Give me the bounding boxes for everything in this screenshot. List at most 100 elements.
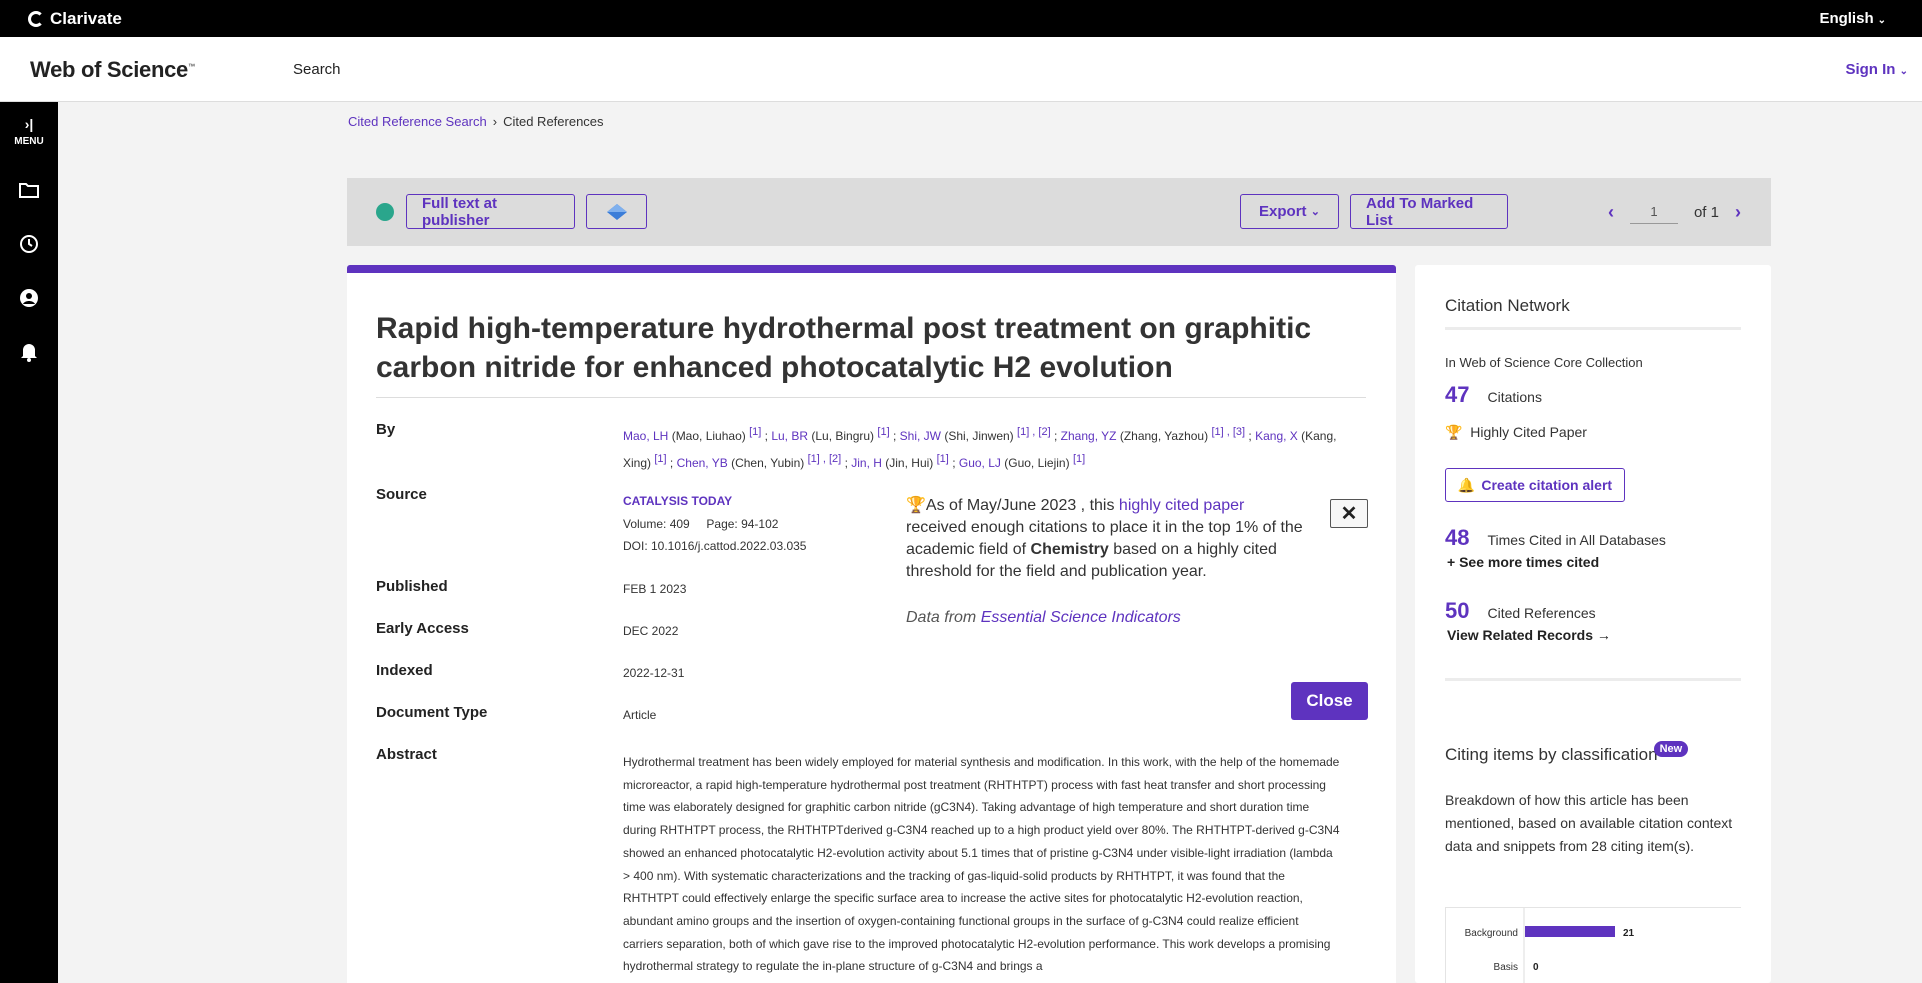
trophy-icon: 🏆 bbox=[1445, 424, 1463, 440]
early-access-label: Early Access bbox=[376, 620, 469, 637]
author-affiliation-ref[interactable]: [1] bbox=[937, 453, 949, 465]
app-header: Web of Science™ Search Sign In ⌄ bbox=[0, 37, 1922, 102]
data-source: Data from Essential Science Indicators bbox=[906, 607, 1306, 629]
bell-icon[interactable] bbox=[17, 340, 41, 364]
highly-cited-paper-link[interactable]: highly cited paper bbox=[1119, 497, 1244, 514]
web-of-science-logo[interactable]: Web of Science™ bbox=[30, 57, 195, 83]
menu-toggle[interactable]: ›| MENU bbox=[0, 116, 58, 147]
abstract-text: Hydrothermal treatment has been widely e… bbox=[623, 755, 1340, 974]
panel-divider bbox=[1445, 678, 1741, 681]
account-icon[interactable] bbox=[17, 286, 41, 310]
libkey-button[interactable] bbox=[586, 194, 647, 229]
page-number-input[interactable] bbox=[1629, 200, 1678, 224]
indexed-value: 2022-12-31 bbox=[623, 666, 685, 680]
author-full-name: (Lu, Bingru) bbox=[808, 429, 878, 443]
highly-cited-badge: 🏆 Highly Cited Paper bbox=[1445, 424, 1587, 441]
see-more-times-cited-link[interactable]: + See more times cited bbox=[1447, 554, 1599, 570]
author-affiliation-ref[interactable]: [1] bbox=[877, 426, 889, 438]
close-icon[interactable]: ✕ bbox=[1330, 499, 1368, 528]
create-alert-label: Create citation alert bbox=[1481, 477, 1613, 493]
chart-category-label: Basis bbox=[1494, 962, 1518, 973]
author-affiliation-ref[interactable]: [1] bbox=[1073, 453, 1085, 465]
top-bar: Clarivate English ⌄ bbox=[0, 0, 1922, 37]
chart-category-label: Background bbox=[1465, 928, 1518, 939]
author-link[interactable]: Lu, BR bbox=[771, 429, 808, 443]
language-label: English bbox=[1819, 10, 1874, 27]
by-label: By bbox=[376, 421, 396, 438]
times-cited-count: 48 bbox=[1445, 525, 1470, 550]
data-from-label: Data from bbox=[906, 609, 981, 626]
chart-value-label: 0 bbox=[1533, 962, 1539, 973]
clarivate-logo[interactable]: Clarivate bbox=[28, 9, 122, 29]
highly-cited-message: 🏆As of May/June 2023 , this highly cited… bbox=[906, 495, 1306, 583]
classification-description: Breakdown of how this article has been m… bbox=[1445, 792, 1733, 854]
author-link[interactable]: Chen, YB bbox=[677, 456, 728, 470]
citing-items-title: Citing items by classification New bbox=[1445, 741, 1689, 765]
panel-divider bbox=[1445, 327, 1741, 330]
search-nav-link[interactable]: Search bbox=[293, 61, 341, 78]
author-full-name: (Mao, Liuhao) bbox=[668, 429, 750, 443]
left-sidebar: ›| MENU bbox=[0, 102, 58, 983]
author-link[interactable]: Guo, LJ bbox=[959, 456, 1001, 470]
highly-cited-label: Highly Cited Paper bbox=[1470, 424, 1587, 440]
document-type-label: Document Type bbox=[376, 704, 488, 721]
author-full-name: (Jin, Hui) bbox=[881, 456, 937, 470]
classification-title: Citing items by classification bbox=[1445, 745, 1658, 764]
author-affiliation-ref[interactable]: [1] , [2] bbox=[1017, 426, 1051, 438]
language-selector[interactable]: English ⌄ bbox=[1819, 10, 1886, 27]
bell-icon: 🔔 bbox=[1457, 476, 1476, 493]
author-separator: ; bbox=[1050, 429, 1061, 443]
times-cited-metric[interactable]: 48 Times Cited in All Databases bbox=[1445, 525, 1666, 551]
sign-in-button[interactable]: Sign In ⌄ bbox=[1845, 61, 1908, 78]
esi-link[interactable]: Essential Science Indicators bbox=[981, 609, 1181, 626]
sign-in-label: Sign In bbox=[1845, 61, 1896, 78]
folder-icon[interactable] bbox=[17, 178, 41, 202]
view-related-records-link[interactable]: View Related Records → bbox=[1447, 627, 1611, 643]
export-label: Export bbox=[1259, 203, 1307, 220]
collection-label: In Web of Science Core Collection bbox=[1445, 355, 1643, 370]
export-button[interactable]: Export ⌄ bbox=[1240, 194, 1339, 229]
author-link[interactable]: Kang, X bbox=[1255, 429, 1298, 443]
menu-label: MENU bbox=[14, 136, 44, 147]
logo-trademark: ™ bbox=[188, 63, 195, 71]
classification-chart: Background 21 Basis 0 bbox=[1445, 907, 1741, 983]
author-affiliation-ref[interactable]: [1] bbox=[749, 426, 761, 438]
chart-bar[interactable] bbox=[1525, 926, 1615, 937]
new-badge: New bbox=[1653, 741, 1689, 757]
author-affiliation-ref[interactable]: [1] bbox=[654, 453, 666, 465]
author-link[interactable]: Mao, LH bbox=[623, 429, 668, 443]
author-separator: ; bbox=[761, 429, 772, 443]
cited-references-metric[interactable]: 50 Cited References bbox=[1445, 598, 1596, 624]
breadcrumb-cited-reference-search[interactable]: Cited Reference Search bbox=[348, 114, 487, 129]
chevron-down-icon: ⌄ bbox=[1899, 66, 1908, 77]
author-link[interactable]: Shi, JW bbox=[900, 429, 941, 443]
create-citation-alert-button[interactable]: 🔔 Create citation alert bbox=[1445, 468, 1625, 502]
next-page-icon[interactable]: › bbox=[1735, 202, 1741, 223]
author-separator: ; bbox=[666, 456, 677, 470]
author-separator: ; bbox=[841, 456, 852, 470]
clarivate-logo-icon bbox=[28, 11, 44, 27]
title-divider bbox=[376, 397, 1366, 398]
citations-metric[interactable]: 47 Citations bbox=[1445, 382, 1542, 408]
record-title: Rapid high-temperature hydrothermal post… bbox=[376, 312, 1312, 384]
author-link[interactable]: Jin, H bbox=[851, 456, 882, 470]
author-affiliation-ref[interactable]: [1] , [3] bbox=[1211, 426, 1245, 438]
chevron-down-icon: ⌄ bbox=[1877, 15, 1886, 26]
author-full-name: (Chen, Yubin) bbox=[727, 456, 808, 470]
document-type-value: Article bbox=[623, 708, 657, 722]
author-affiliation-ref[interactable]: [1] , [2] bbox=[808, 453, 842, 465]
history-icon[interactable] bbox=[17, 232, 41, 256]
journal-link[interactable]: CATALYSIS TODAY bbox=[623, 494, 732, 508]
author-link[interactable]: Zhang, YZ bbox=[1061, 429, 1117, 443]
author-full-name: (Zhang, Yazhou) bbox=[1116, 429, 1212, 443]
add-to-marked-list-button[interactable]: Add To Marked List bbox=[1350, 194, 1508, 229]
close-button[interactable]: Close bbox=[1291, 682, 1368, 720]
source-label: Source bbox=[376, 486, 427, 503]
open-access-icon bbox=[376, 203, 394, 221]
full-text-button[interactable]: Full text at publisher bbox=[406, 194, 575, 229]
citation-network-panel: Citation Network In Web of Science Core … bbox=[1415, 265, 1771, 983]
cited-references-count: 50 bbox=[1445, 598, 1470, 623]
previous-page-icon[interactable]: ‹ bbox=[1608, 202, 1614, 223]
breadcrumb-current: Cited References bbox=[503, 114, 604, 129]
indexed-label: Indexed bbox=[376, 662, 433, 679]
